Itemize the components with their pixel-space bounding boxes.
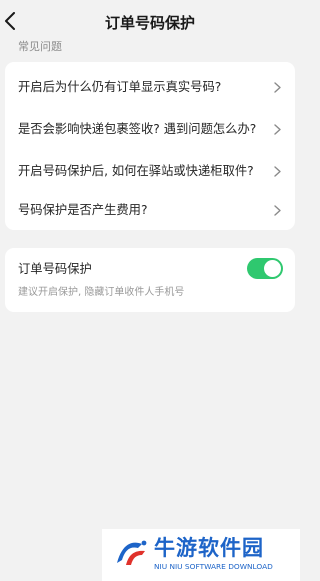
niuniu-logo-icon bbox=[117, 540, 147, 565]
faq-item-delivery-impact[interactable]: 是否会影响快递包裹签收? 遇到问题怎么办? bbox=[5, 108, 295, 150]
faq-item-label: 开启后为什么仍有订单显示真实号码? bbox=[18, 80, 222, 94]
protection-setting-description: 建议开启保护, 隐藏订单收件人手机号 bbox=[18, 287, 185, 298]
chevron-right-icon bbox=[274, 124, 281, 135]
protection-setting-title: 订单号码保护 bbox=[18, 262, 92, 276]
watermark-subtitle: NIU NIU SOFTWARE DOWNLOAD bbox=[154, 562, 273, 571]
faq-item-fee[interactable]: 号码保护是否产生费用? bbox=[5, 189, 295, 231]
protection-toggle-switch[interactable] bbox=[247, 258, 283, 279]
faq-item-real-number[interactable]: 开启后为什么仍有订单显示真实号码? bbox=[5, 66, 295, 108]
faq-list: 开启后为什么仍有订单显示真实号码? 是否会影响快递包裹签收? 遇到问题怎么办? … bbox=[5, 62, 295, 230]
nav-bar: 订单号码保护 bbox=[0, 0, 300, 44]
watermark-title: 牛游软件园 bbox=[154, 536, 264, 560]
toggle-knob bbox=[264, 260, 281, 277]
chevron-right-icon bbox=[274, 82, 281, 93]
faq-section-label: 常见问题 bbox=[18, 40, 62, 53]
protection-setting-card: 订单号码保护 建议开启保护, 隐藏订单收件人手机号 bbox=[5, 248, 295, 312]
faq-item-label: 号码保护是否产生费用? bbox=[18, 203, 148, 217]
faq-item-pickup[interactable]: 开启号码保护后, 如何在驿站或快递柜取件? bbox=[5, 150, 295, 192]
watermark: 牛游软件园 NIU NIU SOFTWARE DOWNLOAD bbox=[102, 529, 300, 581]
page-title: 订单号码保护 bbox=[104, 14, 195, 32]
chevron-right-icon bbox=[274, 166, 281, 177]
faq-item-label: 是否会影响快递包裹签收? 遇到问题怎么办? bbox=[18, 122, 257, 136]
faq-item-label: 开启号码保护后, 如何在驿站或快递柜取件? bbox=[18, 164, 254, 178]
chevron-right-icon bbox=[274, 205, 281, 216]
